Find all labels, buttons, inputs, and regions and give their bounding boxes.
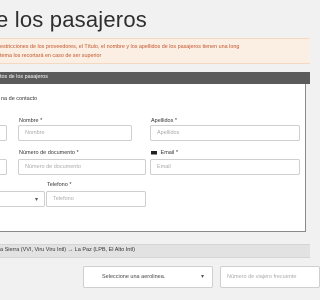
telefono-input[interactable] [46, 191, 146, 207]
chevron-down-icon: ▾ [34, 197, 38, 203]
nombre-input[interactable] [18, 125, 132, 141]
apellidos-label: Apellidos * [151, 118, 177, 124]
page-title: e los pasajeros [0, 7, 147, 32]
apellidos-input[interactable] [150, 125, 300, 141]
route-bar: a Sierra (VVI, Viru Viru Intl) → La Paz … [0, 244, 310, 258]
telefono-label: Telefono * [47, 182, 71, 188]
email-required-mark: * [175, 150, 178, 156]
documento-required-mark: * [76, 150, 79, 156]
email-input[interactable] [150, 159, 300, 175]
email-label-text: Email [160, 150, 175, 156]
notice-line-2: tema los recortará en caso de ser superi… [0, 53, 102, 59]
phone-prefix-select[interactable]: ▾ [0, 191, 45, 207]
telefono-label-text: Telefono [47, 182, 68, 188]
title-select[interactable] [0, 125, 7, 141]
documento-input[interactable] [18, 159, 146, 175]
envelope-icon [151, 150, 157, 155]
warning-notice: estricciones de los proveedores, el Títu… [0, 38, 310, 64]
documento-label: Número de documento * [19, 150, 79, 156]
document-type-select[interactable] [0, 159, 7, 175]
documento-label-text: Número de documento [19, 150, 75, 156]
section-header-title: tos de los pasajeros [0, 74, 48, 80]
section-header: tos de los pasajeros [0, 72, 310, 84]
frequent-flyer-number-input[interactable] [220, 266, 320, 288]
contact-person-label: na de contacto [1, 96, 38, 102]
apellidos-required-mark: * [174, 118, 177, 124]
chevron-down-icon: ▾ [200, 274, 204, 280]
passenger-form-card: na de contacto Nombre * Apellidos * Núme… [0, 84, 306, 232]
nombre-label: Nombre * [19, 118, 42, 124]
airline-select-placeholder: Seleccione una aerolinea. [102, 274, 166, 280]
nombre-required-mark: * [40, 118, 43, 124]
airline-select[interactable]: Seleccione una aerolinea. ▾ [83, 266, 213, 288]
route-text: a Sierra (VVI, Viru Viru Intl) → La Paz … [0, 247, 135, 253]
email-label: Email * [151, 150, 178, 156]
nombre-label-text: Nombre [19, 118, 39, 124]
telefono-required-mark: * [69, 182, 72, 188]
apellidos-label-text: Apellidos [151, 118, 174, 124]
notice-line-1: estricciones de los proveedores, el Títu… [0, 44, 240, 50]
